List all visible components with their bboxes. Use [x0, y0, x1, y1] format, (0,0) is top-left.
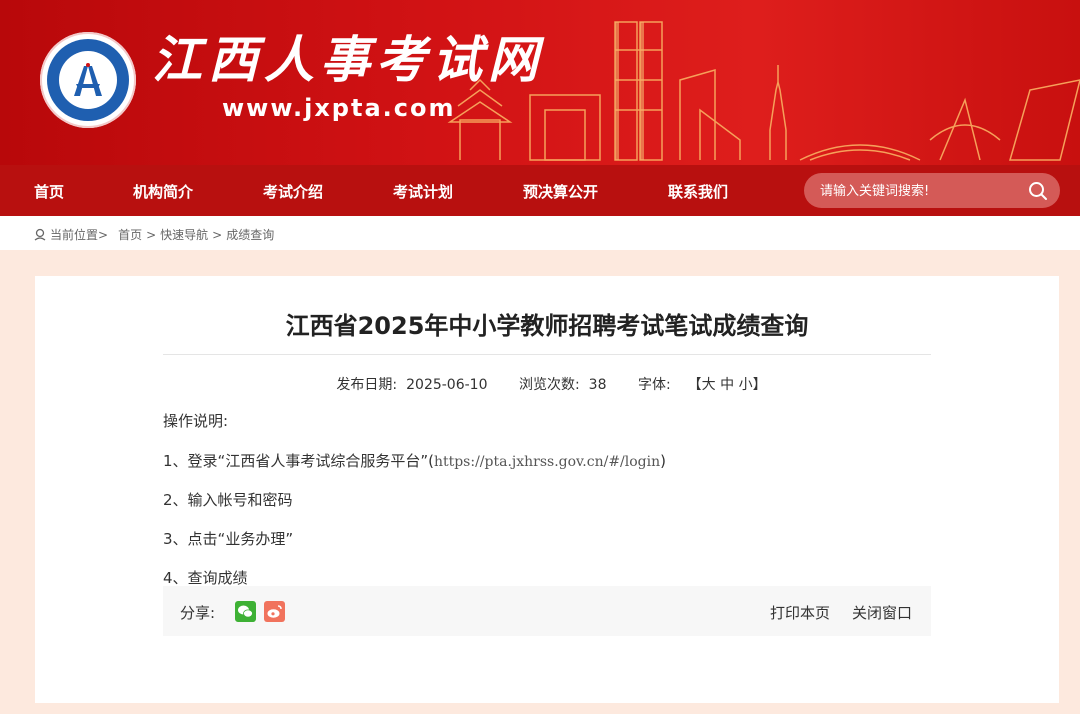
breadcrumb-item-score-query[interactable]: 成绩查询 — [226, 226, 274, 243]
views-label: 浏览次数: — [518, 377, 580, 393]
article-meta: 发布日期: 2025-06-10 浏览次数: 38 字体: 【大 中 小】 — [35, 374, 1059, 394]
article-card: 江西省2025年中小学教师招聘考试笔试成绩查询 发布日期: 2025-06-10 … — [35, 276, 1059, 703]
publish-date: 2025-06-10 — [406, 377, 488, 393]
breadcrumb-separator: > — [146, 227, 157, 242]
title-divider — [163, 354, 931, 355]
weibo-share-icon[interactable] — [264, 601, 285, 622]
main-nav: 首页 机构简介 考试介绍 考试计划 预决算公开 联系我们 — [0, 165, 1080, 216]
search-box — [804, 173, 1060, 210]
step-4: 4、查询成绩 — [163, 569, 248, 587]
nav-item-budget[interactable]: 预决算公开 — [523, 181, 598, 202]
font-size-label: 字体: — [637, 377, 671, 393]
share-bar: 分享: 打印本页 关闭窗口 — [163, 586, 931, 636]
breadcrumb-item-quick-nav[interactable]: 快速导航 — [160, 226, 208, 243]
step-1: 1、登录“江西省人事考试综合服务平台”(https://pta.jxhrss.g… — [163, 452, 666, 470]
print-page-link[interactable]: 打印本页 — [770, 602, 830, 623]
search-input[interactable] — [818, 173, 1022, 210]
nav-item-exam-plan[interactable]: 考试计划 — [393, 181, 453, 202]
nav-item-about[interactable]: 机构简介 — [133, 181, 193, 202]
step-2: 2、输入帐号和密码 — [163, 491, 293, 509]
instructions-heading: 操作说明: — [163, 412, 229, 430]
login-url-link[interactable]: https://pta.jxhrss.gov.cn/#/login — [434, 454, 660, 470]
breadcrumb-item-home[interactable]: 首页 — [118, 226, 142, 243]
wechat-share-icon[interactable] — [235, 601, 256, 622]
step-3: 3、点击“业务办理” — [163, 530, 294, 548]
site-logo[interactable] — [40, 32, 136, 128]
views-count: 38 — [588, 377, 607, 393]
publish-date-label: 发布日期: — [336, 377, 398, 393]
nav-item-contact[interactable]: 联系我们 — [668, 181, 728, 202]
skyline-illustration — [447, 21, 1080, 161]
breadcrumb: 当前位置> 首页 > 快速导航 > 成绩查询 — [34, 226, 274, 243]
font-size-switcher[interactable]: 【大 中 小】 — [688, 377, 767, 393]
search-icon[interactable] — [1028, 181, 1048, 201]
share-label: 分享: — [180, 604, 216, 622]
article-title: 江西省2025年中小学教师招聘考试笔试成绩查询 — [285, 312, 809, 340]
breadcrumb-prefix: 当前位置> — [50, 228, 109, 242]
site-url: www.jxpta.com — [222, 94, 456, 122]
logo-emblem-icon — [74, 63, 102, 96]
close-window-link[interactable]: 关闭窗口 — [852, 602, 912, 623]
breadcrumb-separator: > — [212, 227, 223, 242]
nav-item-home[interactable]: 首页 — [34, 181, 64, 202]
nav-item-exam-intro[interactable]: 考试介绍 — [263, 181, 323, 202]
breadcrumb-bar: 当前位置> 首页 > 快速导航 > 成绩查询 — [0, 216, 1080, 250]
header-banner: 江西人事考试网 www.jxpta.com — [0, 0, 1080, 165]
location-pin-icon — [34, 228, 46, 241]
